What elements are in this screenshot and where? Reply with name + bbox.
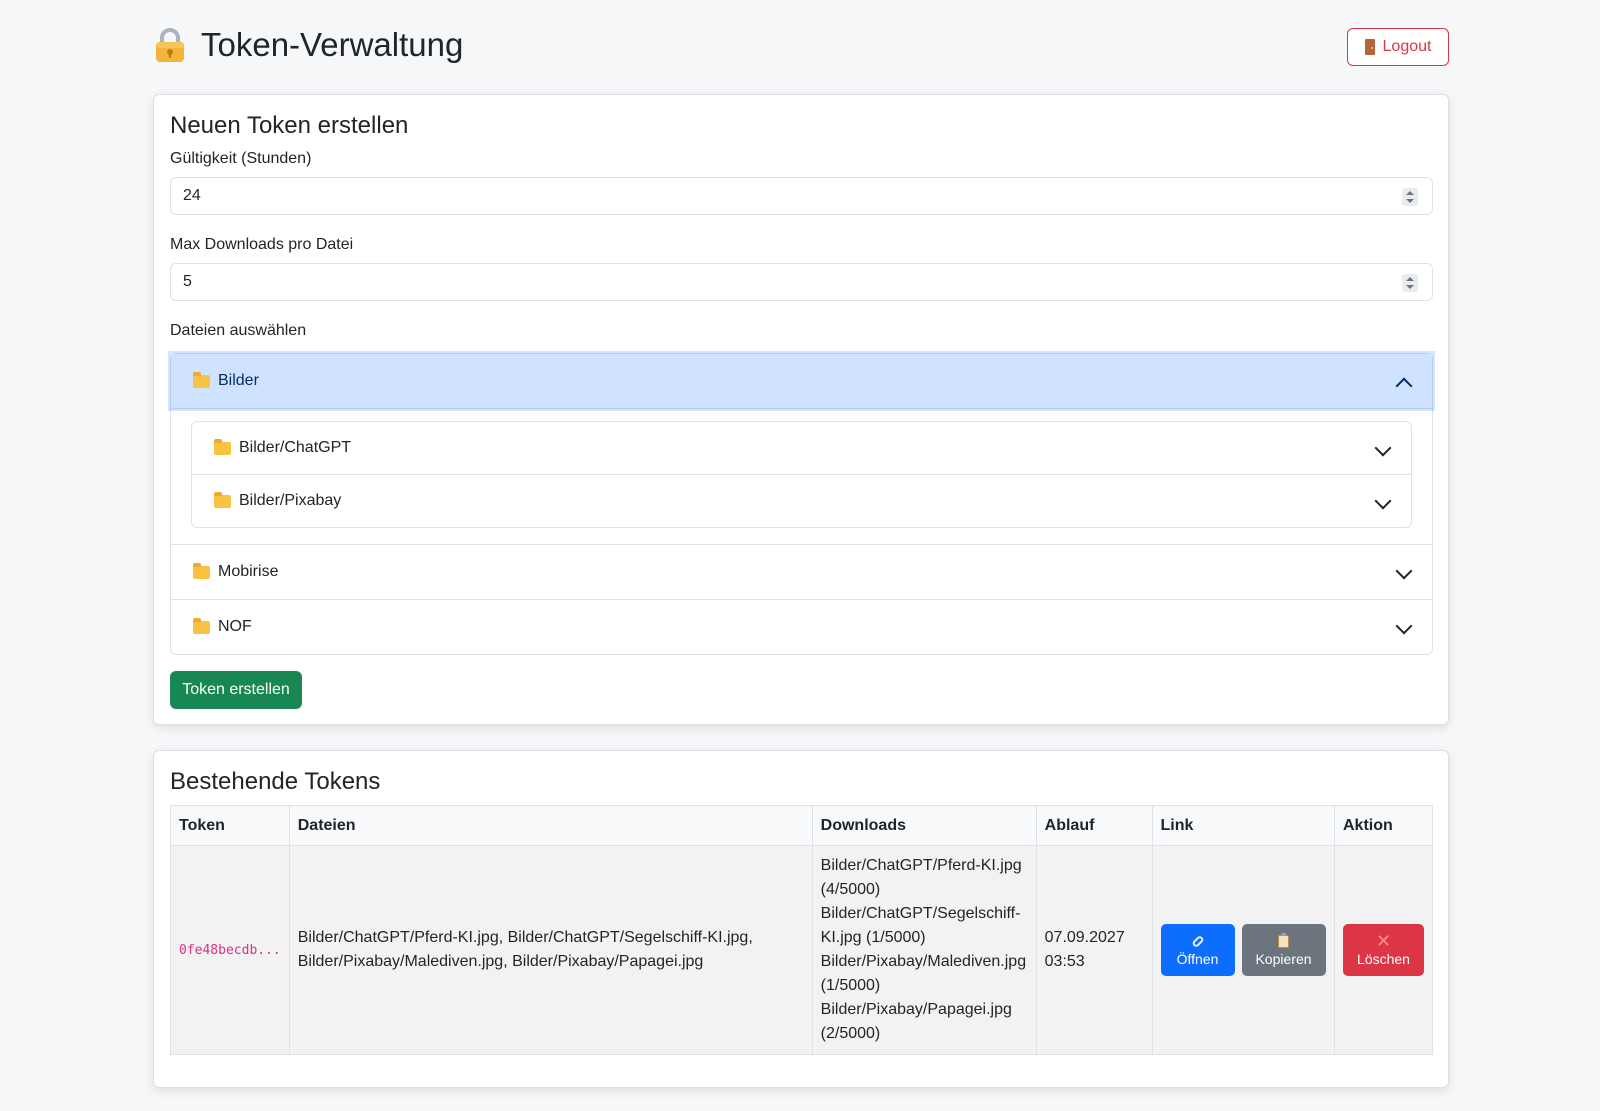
page-title-text: Token-Verwaltung (201, 26, 464, 63)
folder-header-bilder[interactable]: Bilder (171, 354, 1432, 408)
page-title: Token-Verwaltung (153, 26, 463, 64)
column-header-link: Link (1151, 805, 1335, 846)
logout-label: Logout (1382, 38, 1432, 55)
folder-name: Bilder (218, 372, 259, 389)
column-header-expiry: Ablauf (1035, 805, 1153, 846)
link-cell: Öffnen Kopieren (1151, 845, 1335, 1055)
subfolder-header-pixabay[interactable]: Bilder/Pixabay (192, 475, 1411, 527)
open-label: Öffnen (1176, 951, 1219, 967)
validity-input[interactable]: 24 (170, 177, 1433, 215)
max-downloads-input[interactable]: 5 (170, 263, 1433, 301)
files-cell: Bilder/ChatGPT/Pferd-KI.jpg, Bilder/Chat… (288, 845, 813, 1055)
folder-name: Mobirise (218, 563, 279, 580)
max-downloads-spinner[interactable] (1402, 274, 1418, 292)
lock-icon (156, 28, 184, 62)
folder-icon (193, 617, 210, 634)
folder-name: NOF (218, 618, 252, 635)
subfolder-name: Bilder/ChatGPT (239, 439, 352, 456)
download-entry: Bilder/Pixabay/Papagei.jpg (2/5000) (820, 1001, 1012, 1042)
copy-link-button[interactable]: Kopieren (1241, 924, 1326, 976)
folder-icon (193, 562, 210, 579)
max-downloads-value: 5 (183, 273, 192, 290)
x-icon: ✕ (1375, 931, 1392, 951)
create-token-heading: Neuen Token erstellen (170, 112, 409, 139)
expiry-cell: 07.09.2027 03:53 (1035, 845, 1153, 1055)
existing-tokens-card: Bestehende Tokens Token Dateien Download… (153, 750, 1449, 1088)
chevron-down-icon (1374, 492, 1392, 510)
delete-label: Löschen (1357, 951, 1410, 967)
open-link-button[interactable]: Öffnen (1160, 924, 1235, 976)
chevron-down-icon (1395, 617, 1413, 635)
table-row: 0fe48becdb... Bilder/ChatGPT/Pferd-KI.jp… (170, 845, 1433, 1055)
expiry-date: 07.09.2027 (1044, 929, 1125, 946)
chevron-down-icon (1395, 562, 1413, 580)
column-header-files: Dateien (288, 805, 813, 846)
validity-spinner[interactable] (1402, 188, 1418, 206)
tokens-table: Token Dateien Downloads Ablauf Link Akti… (170, 805, 1433, 1055)
subfolder-name: Bilder/Pixabay (239, 492, 342, 509)
column-header-token: Token (170, 805, 290, 846)
create-token-button[interactable]: Token erstellen (170, 671, 302, 709)
logout-button[interactable]: Logout (1347, 28, 1449, 66)
folder-icon (193, 371, 210, 388)
max-downloads-label: Max Downloads pro Datei (170, 236, 354, 253)
folder-icon (214, 491, 231, 508)
download-entry: Bilder/ChatGPT/Pferd-KI.jpg (4/5000) (820, 857, 1022, 898)
folder-icon (214, 438, 231, 455)
door-icon (1364, 39, 1375, 55)
delete-token-button[interactable]: ✕ Löschen (1343, 924, 1424, 976)
copy-label: Kopieren (1255, 951, 1312, 967)
subfolder-header-chatgpt[interactable]: Bilder/ChatGPT (192, 422, 1411, 474)
chevron-up-icon (1395, 377, 1413, 395)
column-header-downloads: Downloads (811, 805, 1037, 846)
folder-item-bilder: Bilder (170, 353, 1433, 409)
link-icon (1190, 934, 1205, 948)
expiry-time: 03:53 (1044, 953, 1085, 970)
folder-body-bilder: Bilder/ChatGPT Bilder/Pixabay (170, 409, 1433, 545)
token-cell: 0fe48becdb... (170, 845, 290, 1055)
download-entry: Bilder/Pixabay/Malediven.jpg (1/5000) (820, 953, 1027, 994)
page-header: Token-Verwaltung Logout (153, 22, 1449, 70)
token-code: 0fe48becdb... (179, 942, 281, 958)
download-entry: Bilder/ChatGPT/Segelschiff-KI.jpg (1/500… (820, 905, 1021, 946)
create-token-card: Neuen Token erstellen Gültigkeit (Stunde… (153, 94, 1449, 725)
column-header-action: Aktion (1334, 805, 1433, 846)
chevron-down-icon (1374, 439, 1392, 457)
existing-tokens-heading: Bestehende Tokens (170, 768, 381, 795)
validity-label: Gültigkeit (Stunden) (170, 150, 312, 167)
validity-value: 24 (183, 187, 201, 204)
folder-header-mobirise[interactable]: Mobirise (171, 545, 1432, 599)
subfolder-item-pixabay: Bilder/Pixabay (191, 475, 1412, 528)
table-header-row: Token Dateien Downloads Ablauf Link Akti… (170, 805, 1433, 846)
action-cell: ✕ Löschen (1334, 845, 1433, 1055)
folder-item-mobirise: Mobirise (170, 545, 1433, 600)
folder-accordion: Bilder Bilder/ChatGPT Bilder/Pixabay Mob… (170, 353, 1433, 655)
clipboard-icon (1278, 932, 1289, 948)
files-label: Dateien auswählen (170, 322, 307, 339)
downloads-cell: Bilder/ChatGPT/Pferd-KI.jpg (4/5000) Bil… (811, 845, 1037, 1055)
folder-item-nof: NOF (170, 600, 1433, 655)
folder-header-nof[interactable]: NOF (171, 600, 1432, 654)
subfolder-item-chatgpt: Bilder/ChatGPT (191, 421, 1412, 475)
